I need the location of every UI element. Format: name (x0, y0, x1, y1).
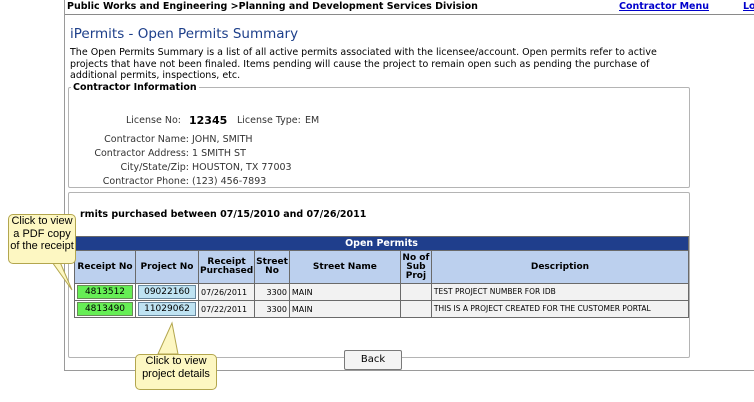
logout-link[interactable]: Lo (743, 1, 754, 12)
table-row: 4813512 09022160 07/26/2011 3300 MAIN TE… (74, 283, 690, 301)
receipt-callout-text: Click to view a PDF copy of the receipt (10, 215, 74, 252)
contractor-phone-row: Contractor Phone: (123) 456-7893 (69, 176, 749, 190)
receipt-button[interactable]: 4813512 (77, 285, 133, 299)
open-permits-table: Open Permits Receipt No Project No Recei… (74, 236, 690, 318)
contractor-address-value: 1 SMITH ST (192, 148, 246, 159)
breadcrumb: Public Works and Engineering >Planning a… (67, 1, 478, 12)
contractor-name-row: Contractor Name: JOHN, SMITH (69, 134, 749, 148)
city-state-zip-value: HOUSTON, TX 77003 (192, 162, 292, 173)
main-panel: Public Works and Engineering >Planning a… (64, 0, 754, 371)
city-state-zip-row: City/State/Zip: HOUSTON, TX 77003 (69, 162, 749, 176)
street-no-cell: 3300 (254, 300, 290, 318)
intro-text: The Open Permits Summary is a list of al… (70, 47, 657, 81)
project-callout-text: Click to view project details (142, 355, 210, 380)
column-header-receipt-purchased: Receipt Purchased (197, 250, 256, 284)
street-name-cell: MAIN (288, 300, 401, 318)
divider (65, 14, 754, 15)
back-button[interactable]: Back (344, 350, 402, 370)
table-row: 4813490 11029062 07/22/2011 3300 MAIN TH… (74, 300, 690, 318)
receipt-callout: Click to view a PDF copy of the receipt (8, 214, 76, 264)
column-header-street-no: Street No (254, 250, 290, 284)
open-permits-section: rmits purchased between 07/15/2010 and 0… (68, 192, 690, 358)
contractor-name-value: JOHN, SMITH (192, 134, 253, 145)
project-button[interactable]: 11029062 (138, 302, 196, 316)
project-button[interactable]: 09022160 (138, 285, 196, 299)
description-cell: TEST PROJECT NUMBER FOR IDB (430, 283, 690, 301)
project-cell: 09022160 (135, 283, 199, 301)
contractor-information-section: Contractor Information License No: 12345… (68, 82, 690, 188)
column-header-description: Description (430, 250, 690, 284)
contractor-phone-value: (123) 456-7893 (192, 176, 267, 187)
description-cell: THIS IS A PROJECT CREATED FOR THE CUSTOM… (430, 300, 690, 318)
sub-proj-cell (399, 283, 432, 301)
project-callout: Click to view project details (135, 354, 217, 390)
contractor-information-legend: Contractor Information (73, 82, 197, 93)
city-state-zip-label: City/State/Zip: (120, 162, 189, 173)
column-header-receipt-no: Receipt No (74, 250, 136, 284)
page-title: iPermits - Open Permits Summary (70, 26, 299, 42)
project-cell: 11029062 (135, 300, 199, 318)
table-title: Open Permits (74, 236, 689, 251)
license-row: License No: 12345 License Type: EM (69, 114, 749, 129)
top-bar: Public Works and Engineering >Planning a… (65, 0, 754, 14)
receipt-cell: 4813512 (74, 283, 136, 301)
license-type-label: License Type: (237, 115, 301, 126)
purchased-cell: 07/22/2011 (197, 300, 256, 318)
receipt-button[interactable]: 4813490 (77, 302, 133, 316)
street-no-cell: 3300 (254, 283, 290, 301)
receipt-cell: 4813490 (74, 300, 136, 318)
column-header-sub-proj: No of Sub Proj (399, 250, 432, 284)
license-no-label: License No: (126, 115, 181, 126)
column-header-project-no: Project No (135, 250, 199, 284)
license-no-value: 12345 (189, 114, 228, 127)
sub-proj-cell (399, 300, 432, 318)
column-header-street-name: Street Name (288, 250, 401, 284)
contractor-menu-link[interactable]: Contractor Menu (619, 1, 709, 12)
purchased-cell: 07/26/2011 (197, 283, 256, 301)
purchase-period-text: rmits purchased between 07/15/2010 and 0… (80, 209, 367, 220)
license-type-value: EM (305, 115, 320, 126)
contractor-address-label: Contractor Address: (94, 148, 189, 159)
contractor-phone-label: Contractor Phone: (102, 176, 189, 187)
street-name-cell: MAIN (288, 283, 401, 301)
contractor-name-label: Contractor Name: (104, 134, 189, 145)
contractor-address-row: Contractor Address: 1 SMITH ST (69, 148, 749, 162)
